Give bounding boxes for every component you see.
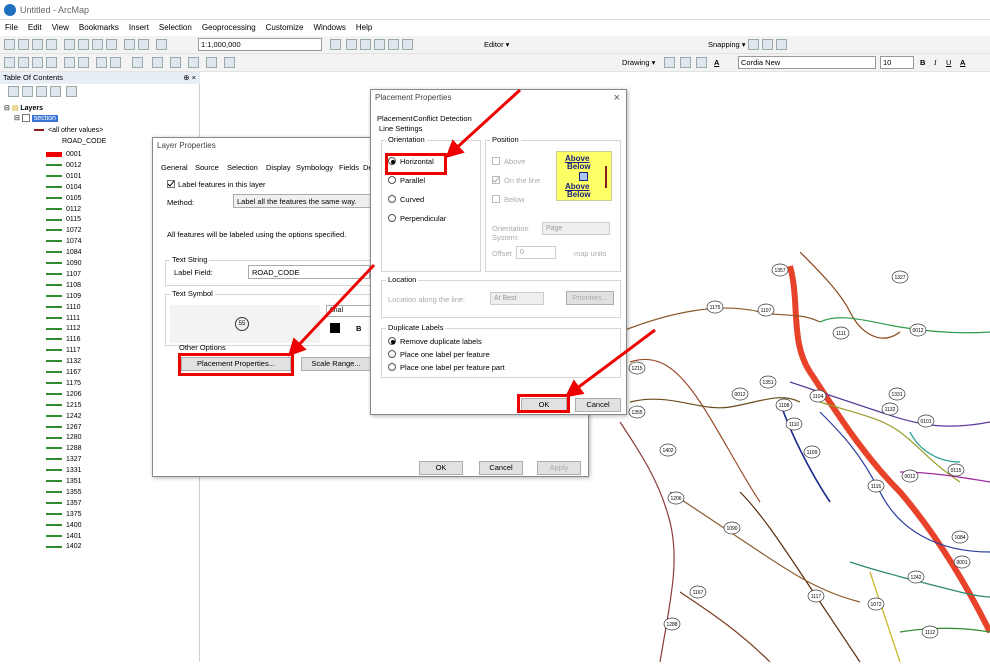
arrow-to-ok-button [564,328,656,398]
arrow-to-horizontal [445,88,522,159]
annotation-arrows [287,88,656,398]
arrow-to-placement-button [287,263,376,357]
